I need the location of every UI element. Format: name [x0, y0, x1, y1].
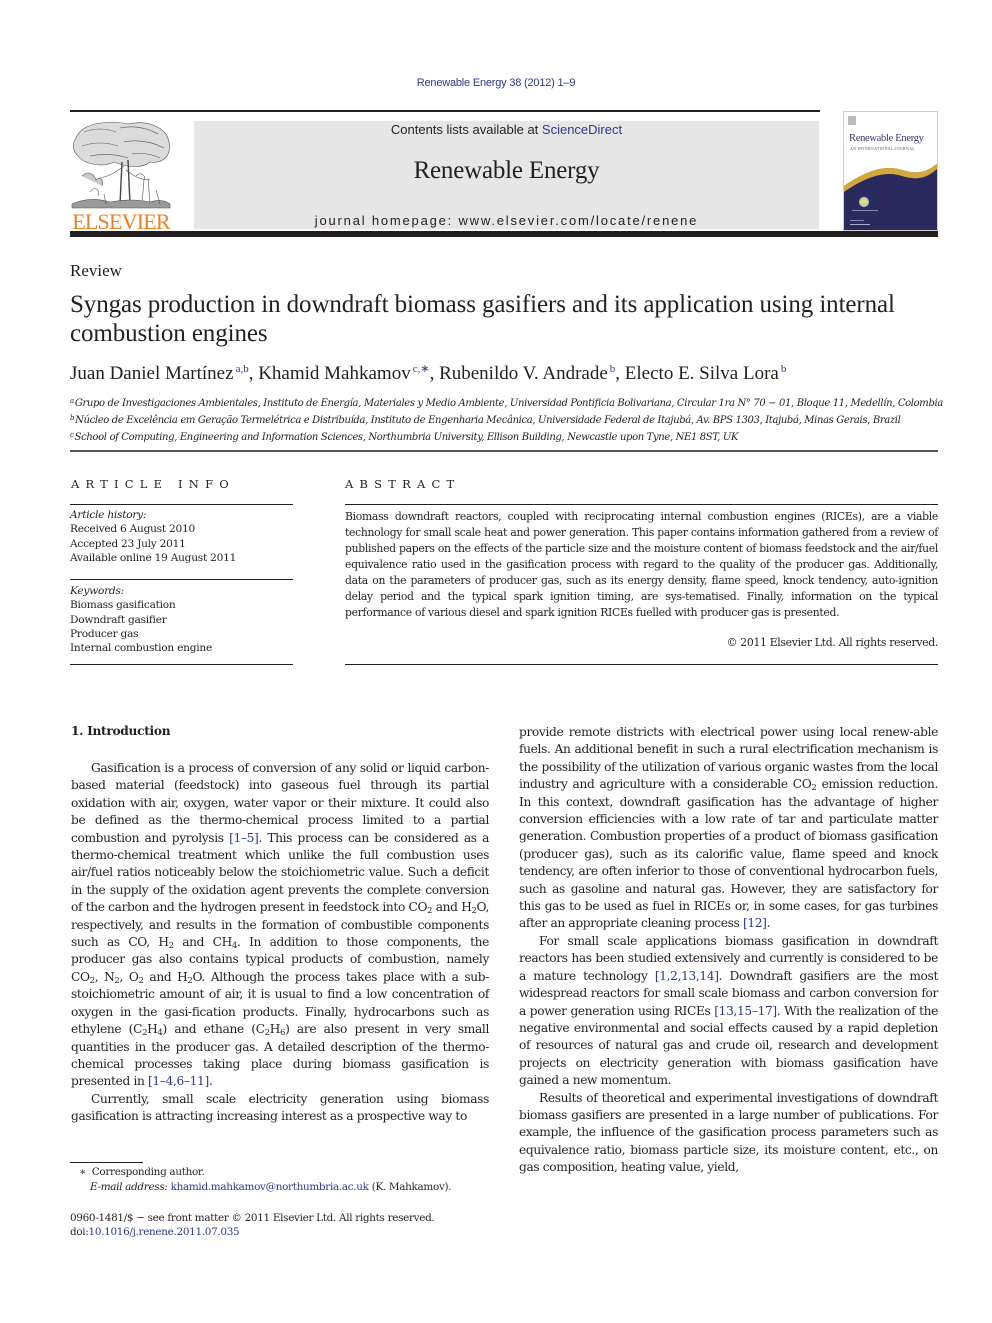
- abstract-heading: ABSTRACT: [345, 477, 461, 491]
- affiliation-key: b: [70, 414, 75, 423]
- paragraph: Gasification is a process of conversion …: [71, 761, 489, 1089]
- author-name: Rubenildo V. Andrade: [439, 363, 608, 384]
- running-head[interactable]: Renewable Energy 38 (2012) 1–9: [0, 77, 992, 89]
- affiliation: aGrupo de Investigaciones Ambientales, I…: [70, 394, 950, 411]
- paragraph: For small scale applications biomass gas…: [519, 933, 938, 1088]
- header-rule: [70, 110, 820, 112]
- author-name: Khamid Mahkamov: [258, 363, 411, 384]
- cover-title: Renewable Energy: [849, 133, 924, 144]
- elsevier-wordmark: ELSEVIER: [72, 209, 170, 234]
- section-heading-introduction: 1. Introduction: [71, 724, 171, 738]
- footnote-corresponding: ∗ Corresponding author.: [70, 1165, 500, 1180]
- author-name: Electo E. Silva Lora: [624, 363, 779, 384]
- doi-link[interactable]: 10.1016/j.renene.2011.07.035: [89, 1226, 240, 1238]
- elsevier-logo[interactable]: ELSEVIER: [70, 118, 172, 234]
- author-list: Juan Daniel Martínez a,b, Khamid Mahkamov…: [70, 363, 787, 384]
- citation-link[interactable]: [1–4,6–11]: [148, 1074, 209, 1088]
- contents-prefix: Contents lists available at: [390, 122, 542, 137]
- abstract-rule: [345, 504, 938, 505]
- cover-subtitle: AN INTERNATIONAL JOURNAL: [850, 146, 916, 151]
- doi-line: doi:10.1016/j.renene.2011.07.035: [70, 1225, 500, 1240]
- cover-artwork: [844, 116, 937, 230]
- author-affil-marker[interactable]: a,b: [236, 363, 249, 375]
- article-type: Review: [70, 261, 122, 280]
- abstract-text: Biomass downdraft reactors, coupled with…: [345, 510, 938, 619]
- history-received: Received 6 August 2010: [70, 523, 195, 536]
- author[interactable]: Rubenildo V. Andrade b: [439, 363, 615, 384]
- author[interactable]: Juan Daniel Martínez a,b: [70, 363, 249, 384]
- journal-masthead: Contents lists available at ScienceDirec…: [194, 121, 819, 229]
- body-column-right: provide remote districts with electrical…: [519, 724, 938, 1177]
- contents-line: Contents lists available at ScienceDirec…: [194, 122, 819, 137]
- history-label: Article history:: [70, 509, 147, 521]
- author-affil-marker[interactable]: b: [781, 363, 787, 375]
- citation-link[interactable]: [1–5]: [229, 831, 259, 845]
- affiliation: bNúcleo de Excelência em Geração Termelé…: [70, 411, 950, 428]
- journal-citation-link[interactable]: Renewable Energy 38 (2012) 1–9: [417, 77, 576, 89]
- keyword: Internal combustion engine: [70, 642, 212, 655]
- paragraph: Currently, small scale electricity gener…: [71, 1091, 489, 1124]
- footnote-text: Corresponding author.: [91, 1166, 205, 1178]
- email-owner: (K. Mahkamov).: [368, 1181, 452, 1193]
- author[interactable]: Electo E. Silva Lora b: [625, 363, 787, 384]
- keyword: Producer gas: [70, 627, 139, 640]
- author-affil-marker[interactable]: c,∗: [413, 363, 430, 375]
- keyword: Biomass gasification: [70, 599, 176, 612]
- affiliation-text: Núcleo de Excelência em Geração Termelét…: [75, 415, 901, 427]
- journal-name: Renewable Energy: [413, 157, 600, 184]
- keywords: Keywords: Biomass gasification Downdraft…: [70, 584, 295, 655]
- footnote-rule: [70, 1162, 143, 1163]
- affiliation-key: a: [70, 397, 74, 405]
- sciencedirect-link[interactable]: ScienceDirect: [542, 122, 622, 137]
- citation-link[interactable]: [1,2,13,14]: [655, 969, 719, 983]
- article-history: Article history: Received 6 August 2010 …: [70, 508, 295, 565]
- footnote-email: E-mail address: khamid.mahkamov@northumb…: [70, 1180, 500, 1195]
- affiliation-list: aGrupo de Investigaciones Ambientales, I…: [70, 394, 950, 446]
- history-online: Available online 19 August 2011: [70, 551, 237, 564]
- body-column-left: Gasification is a process of conversion …: [71, 760, 489, 1126]
- affiliation-key: c: [70, 431, 74, 440]
- abstract-copyright: © 2011 Elsevier Ltd. All rights reserved…: [726, 636, 939, 649]
- paragraph: provide remote districts with electrical…: [519, 725, 938, 931]
- article-info-rule: [70, 504, 293, 505]
- journal-cover[interactable]: Renewable Energy AN INTERNATIONAL JOURNA…: [843, 111, 938, 231]
- affiliation-text: Grupo de Investigaciones Ambientales, In…: [74, 398, 943, 409]
- citation-link[interactable]: [12]: [743, 916, 767, 930]
- issn-line: 0960-1481/$ − see front matter © 2011 El…: [70, 1212, 435, 1224]
- keywords-label: Keywords:: [70, 585, 124, 597]
- author-affil-marker[interactable]: b: [610, 363, 616, 375]
- citation-link[interactable]: [13,15–17]: [714, 1004, 777, 1018]
- author[interactable]: Khamid Mahkamov c,∗: [258, 363, 429, 384]
- abstract-rule: [345, 664, 938, 665]
- article-info-rule: [70, 664, 293, 665]
- history-accepted: Accepted 23 July 2011: [70, 537, 186, 550]
- elsevier-tree-icon: [71, 121, 171, 209]
- journal-homepage[interactable]: journal homepage: www.elsevier.com/locat…: [194, 213, 819, 228]
- header-divider: [70, 450, 938, 452]
- asterisk-icon: ∗: [79, 1166, 86, 1178]
- doi-label: doi:: [70, 1226, 89, 1238]
- article-info-heading: ARTICLE INFO: [71, 477, 235, 491]
- masthead-rule: [70, 231, 938, 237]
- author-name: Juan Daniel Martínez: [70, 363, 234, 384]
- affiliation-text: School of Computing, Engineering and Inf…: [74, 432, 739, 444]
- article-title: Syngas production in downdraft biomass g…: [70, 291, 895, 347]
- paragraph: Results of theoretical and experimental …: [519, 1090, 938, 1175]
- keyword: Downdraft gasifier: [70, 613, 167, 626]
- affiliation: cSchool of Computing, Engineering and In…: [70, 428, 950, 445]
- article-info-rule: [70, 579, 293, 580]
- email-label: E-mail address:: [90, 1181, 168, 1193]
- email-link[interactable]: khamid.mahkamov@northumbria.ac.uk: [171, 1181, 369, 1193]
